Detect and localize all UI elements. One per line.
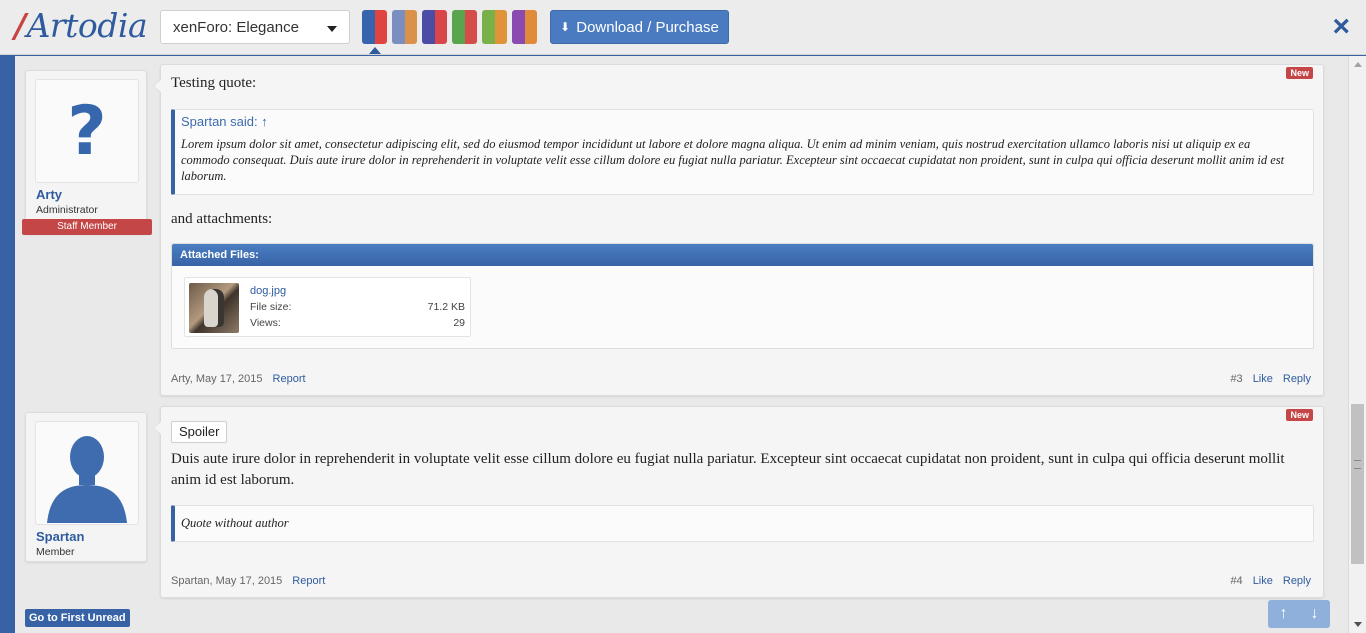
swatch-color-half [524,10,537,44]
close-icon[interactable]: × [1332,10,1350,44]
message-text: Duis aute irure dolor in reprehenderit i… [171,451,1285,488]
file-size-value: 71.2 KB [427,301,465,313]
post-actions: #4 Like Reply [1230,575,1311,587]
scroll-down-arrow-icon[interactable] [1354,622,1362,627]
like-link[interactable]: Like [1253,373,1273,385]
quote-block: Spartan said: ↑ Lorem ipsum dolor sit am… [171,109,1314,195]
theme-select-value: xenForo: Elegance [173,19,299,36]
person-silhouette-icon [47,436,127,523]
color-swatches [362,10,537,44]
username[interactable]: Arty [36,187,62,202]
swatch-color-half [452,10,465,44]
color-swatch-6[interactable] [512,10,537,44]
quote-author-link[interactable]: Spartan said: ↑ [181,114,268,129]
post-number-link[interactable]: #3 [1230,373,1242,385]
scrollbar-thumb[interactable] [1351,404,1364,564]
color-swatch-5[interactable] [482,10,507,44]
page-scrollbar[interactable] [1348,56,1366,633]
scroll-up-arrow-icon[interactable] [1354,62,1362,67]
post-author-date[interactable]: Arty, May 17, 2015 [171,373,263,385]
download-icon: ⬇ [560,20,571,34]
attachment-item: dog.jpg File size: 71.2 KB Views: 29 [184,277,471,337]
swatch-color-half [362,10,375,44]
reply-link[interactable]: Reply [1283,575,1311,587]
swatch-color-half [482,10,495,44]
report-link[interactable]: Report [273,373,306,385]
message-body: New Spoiler Duis aute irure dolor in rep… [153,406,1324,598]
attached-files-header: Attached Files: [172,244,1313,266]
user-card-spartan: Spartan Member [25,412,147,562]
attachment-thumbnail[interactable] [189,283,239,333]
swatch-color-half [494,10,507,44]
new-badge: New [1286,67,1313,79]
download-purchase-button[interactable]: ⬇ Download / Purchase [550,10,729,44]
swatch-color-half [464,10,477,44]
thread-content: ? Arty Administrator Staff Member New Te… [15,56,1348,633]
post-meta: Arty, May 17, 2015 Report [171,373,306,385]
post-3: ? Arty Administrator Staff Member New Te… [15,64,1348,396]
reply-link[interactable]: Reply [1283,373,1311,385]
post-number-link[interactable]: #4 [1230,575,1242,587]
user-title: Member [36,546,75,558]
top-bar: /Artodia xenForo: Elegance ⬇ Download / … [0,0,1366,55]
swatch-color-half [512,10,525,44]
color-swatch-4[interactable] [452,10,477,44]
avatar[interactable] [35,421,139,525]
post-actions: #3 Like Reply [1230,373,1311,385]
message-text: Testing quote: [171,75,257,91]
scroll-to-bottom-icon[interactable]: ↓ [1311,605,1319,623]
swatch-color-half [422,10,435,44]
selected-swatch-pointer-icon [369,47,381,54]
go-to-first-unread-button[interactable]: Go to First Unread [25,609,130,627]
message-body: New Testing quote: Spartan said: ↑ Lorem… [153,64,1324,396]
swatch-color-half [404,10,417,44]
dog-image-icon [204,289,224,327]
swatch-color-half [374,10,387,44]
artodia-logo[interactable]: /Artodia [14,6,148,45]
quote-text: Quote without author [181,516,289,530]
attachment-file-name[interactable]: dog.jpg [250,285,286,297]
post-meta: Spartan, May 17, 2015 Report [171,575,325,587]
swatch-color-half [434,10,447,44]
message-text: and attachments: [171,211,273,227]
attached-files: Attached Files: dog.jpg File size: 71.2 … [171,243,1314,349]
question-mark-avatar-icon: ? [67,91,107,171]
staff-member-banner: Staff Member [22,219,152,235]
scroll-nav-buttons: ↑ ↓ [1268,600,1330,628]
report-link[interactable]: Report [292,575,325,587]
spoiler-button[interactable]: Spoiler [171,421,228,443]
views-label: Views: [250,317,281,329]
quote-block: Quote without author [171,505,1314,542]
file-size-label: File size: [250,301,292,313]
caret-down-icon [327,26,337,32]
user-card-arty: ? Arty Administrator Staff Member [22,70,152,235]
post-author-date[interactable]: Spartan, May 17, 2015 [171,575,282,587]
swatch-color-half [392,10,405,44]
like-link[interactable]: Like [1253,575,1273,587]
theme-select[interactable]: xenForo: Elegance [160,10,350,44]
user-title: Administrator [36,204,98,216]
color-swatch-1[interactable] [362,10,387,44]
color-swatch-2[interactable] [392,10,417,44]
views-value: 29 [453,317,465,329]
color-swatch-3[interactable] [422,10,447,44]
quote-text: Lorem ipsum dolor sit amet, consectetur … [181,137,1285,183]
new-badge: New [1286,409,1313,421]
avatar[interactable]: ? [35,79,139,183]
scroll-to-top-icon[interactable]: ↑ [1280,605,1288,623]
post-4: Spartan Member New Spoiler Duis aute iru… [15,406,1348,598]
username[interactable]: Spartan [36,529,84,544]
